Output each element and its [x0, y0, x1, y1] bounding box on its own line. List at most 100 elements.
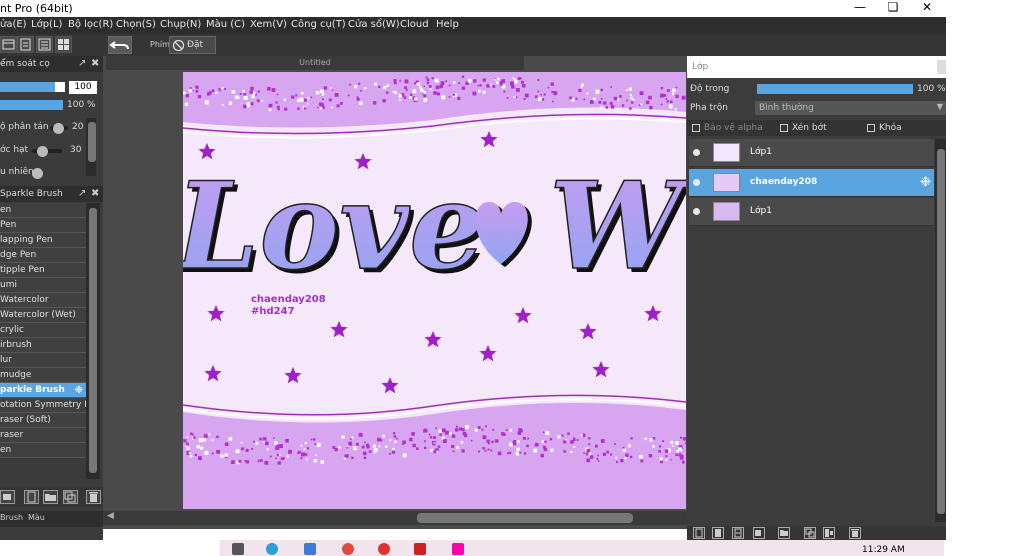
store-icon[interactable]	[304, 543, 316, 555]
clipping-checkbox[interactable]	[780, 124, 788, 132]
brush-item[interactable]: tipple Pen	[0, 263, 86, 278]
tab-color[interactable]: Màu	[28, 513, 45, 522]
visibility-icon[interactable]	[693, 208, 700, 215]
brush-item[interactable]: Watercolor	[0, 293, 86, 308]
new-vector-layer-icon[interactable]	[732, 527, 744, 539]
scroll-left-icon[interactable]: ◀	[107, 511, 114, 521]
menu-color[interactable]: Màu (C)	[206, 19, 245, 30]
brush-item[interactable]: en	[0, 443, 86, 458]
brush-control-scroll-thumb[interactable]	[88, 122, 96, 162]
size-value-box[interactable]: 100	[69, 81, 97, 94]
close-panel-icon[interactable]: ✖	[91, 186, 99, 202]
visibility-icon[interactable]	[693, 179, 700, 186]
brush-list-scrollbar[interactable]	[86, 203, 100, 479]
minimize-icon[interactable]: —	[845, 0, 875, 17]
layer-opacity-bar[interactable]	[757, 84, 913, 94]
canvas-scroll-thumb[interactable]	[417, 513, 633, 523]
size-slider-rest[interactable]	[55, 82, 65, 92]
document-icon[interactable]	[17, 36, 34, 53]
close-icon[interactable]: ✕	[912, 0, 942, 17]
brush-control-scrollbar[interactable]	[86, 118, 96, 176]
duplicate-layer-icon[interactable]	[804, 527, 816, 539]
grid-view-icon[interactable]	[55, 36, 72, 53]
delete-layer-icon[interactable]	[849, 527, 861, 539]
folder-icon[interactable]	[43, 490, 58, 504]
menu-window[interactable]: Cửa sổ(W)	[348, 19, 400, 30]
gear-icon[interactable]: ❉	[75, 383, 83, 397]
scatter-slider-knob[interactable]	[53, 123, 64, 134]
menu-edit[interactable]: ửa(E)	[0, 19, 27, 30]
protect-alpha-checkbox[interactable]	[692, 124, 700, 132]
brush-item[interactable]: Watercolor (Wet)	[0, 308, 86, 323]
new-layer-icon[interactable]	[693, 527, 705, 539]
layer-menu-icon[interactable]	[753, 527, 765, 539]
brush-item[interactable]: lur	[0, 353, 86, 368]
brush-item[interactable]: en	[0, 203, 86, 218]
size-slider-fill[interactable]	[0, 82, 55, 92]
sparkle-dot	[259, 437, 262, 441]
brush-item[interactable]: raser	[0, 428, 86, 443]
new-layer-alt-icon[interactable]	[712, 527, 724, 539]
menu-help[interactable]: Help	[436, 19, 459, 30]
menu-tools[interactable]: Công cụ(T)	[291, 19, 346, 30]
brush-item[interactable]: lapping Pen	[0, 233, 86, 248]
reset-button[interactable]: Đặt lại	[169, 36, 216, 66]
menu-layer[interactable]: Lớp(L)	[31, 19, 62, 30]
opera-icon[interactable]	[378, 543, 390, 555]
gear-icon[interactable]: ❉	[920, 175, 931, 190]
brush-item[interactable]: dge Pen	[0, 248, 86, 263]
edge-browser-icon[interactable]	[266, 543, 278, 555]
brush-list-scroll-thumb[interactable]	[89, 208, 97, 473]
brush-item[interactable]: mudge	[0, 368, 86, 383]
grain-slider-knob[interactable]	[37, 146, 48, 157]
merge-layer-icon[interactable]	[823, 527, 835, 539]
tab-brush[interactable]: Brush	[0, 513, 23, 522]
brush-item[interactable]: umi	[0, 278, 86, 293]
folder-icon[interactable]	[778, 527, 790, 539]
lock-checkbox[interactable]	[867, 124, 875, 132]
sparkle-dot	[315, 91, 320, 95]
brush-settings-icon[interactable]	[0, 490, 15, 504]
menu-filter[interactable]: Bộ lọc(R)	[68, 19, 113, 30]
opacity-slider-fill[interactable]	[0, 100, 63, 110]
blend-mode-select[interactable]: Bình thường ▼	[755, 101, 946, 115]
restore-icon[interactable]: ❏	[878, 0, 908, 17]
new-brush-icon[interactable]	[24, 490, 39, 504]
sparkle-dot	[680, 454, 684, 458]
menu-cloud[interactable]: Cloud	[400, 19, 429, 30]
brush-item[interactable]: irbrush	[0, 338, 86, 353]
sparkle-dot	[619, 95, 622, 98]
undo-button[interactable]	[108, 36, 132, 54]
document-tab[interactable]: Untitled	[106, 56, 524, 70]
layer-list-scroll-thumb[interactable]	[937, 149, 945, 514]
close-panel-icon[interactable]: ✖	[91, 56, 99, 72]
chrome-icon[interactable]	[342, 543, 354, 555]
menu-view[interactable]: Xem(V)	[250, 19, 287, 30]
layer-row[interactable]: Lớp1	[689, 198, 934, 226]
delete-icon[interactable]	[86, 490, 101, 504]
popout-icon[interactable]: ↗	[78, 186, 86, 202]
layer-row-selected[interactable]: chaenday208 ❉	[689, 169, 934, 197]
start-icon[interactable]	[232, 543, 244, 555]
brush-item[interactable]: Pen	[0, 218, 86, 233]
panel-icon[interactable]	[0, 36, 17, 53]
sparkle-dot	[313, 438, 316, 441]
popout-icon[interactable]: ↗	[78, 56, 86, 72]
brush-item[interactable]: crylic	[0, 323, 86, 338]
paint-app-icon[interactable]	[452, 543, 464, 555]
duplicate-icon[interactable]	[63, 490, 78, 504]
sparkle-dot	[513, 440, 517, 444]
random-slider-knob[interactable]	[32, 168, 43, 179]
visibility-icon[interactable]	[693, 149, 700, 156]
artwork-canvas[interactable]: Love Love W W chaenday208 #hd247	[183, 72, 686, 509]
layer-row[interactable]: Lớp1	[689, 139, 934, 167]
menu-capture[interactable]: Chụp(N)	[160, 19, 201, 30]
menu-select[interactable]: Chọn(S)	[116, 19, 156, 30]
list-view-icon[interactable]	[36, 36, 53, 53]
layer-list-scrollbar[interactable]	[935, 139, 946, 522]
brush-item[interactable]: raser (Soft)	[0, 413, 86, 428]
brush-item[interactable]: otation Symmetry Pe	[0, 398, 86, 413]
canvas-horizontal-scrollbar[interactable]: ◀	[103, 511, 687, 525]
brush-item-selected[interactable]: parkle Brush ❉	[0, 383, 86, 398]
app-icon[interactable]	[414, 543, 426, 555]
